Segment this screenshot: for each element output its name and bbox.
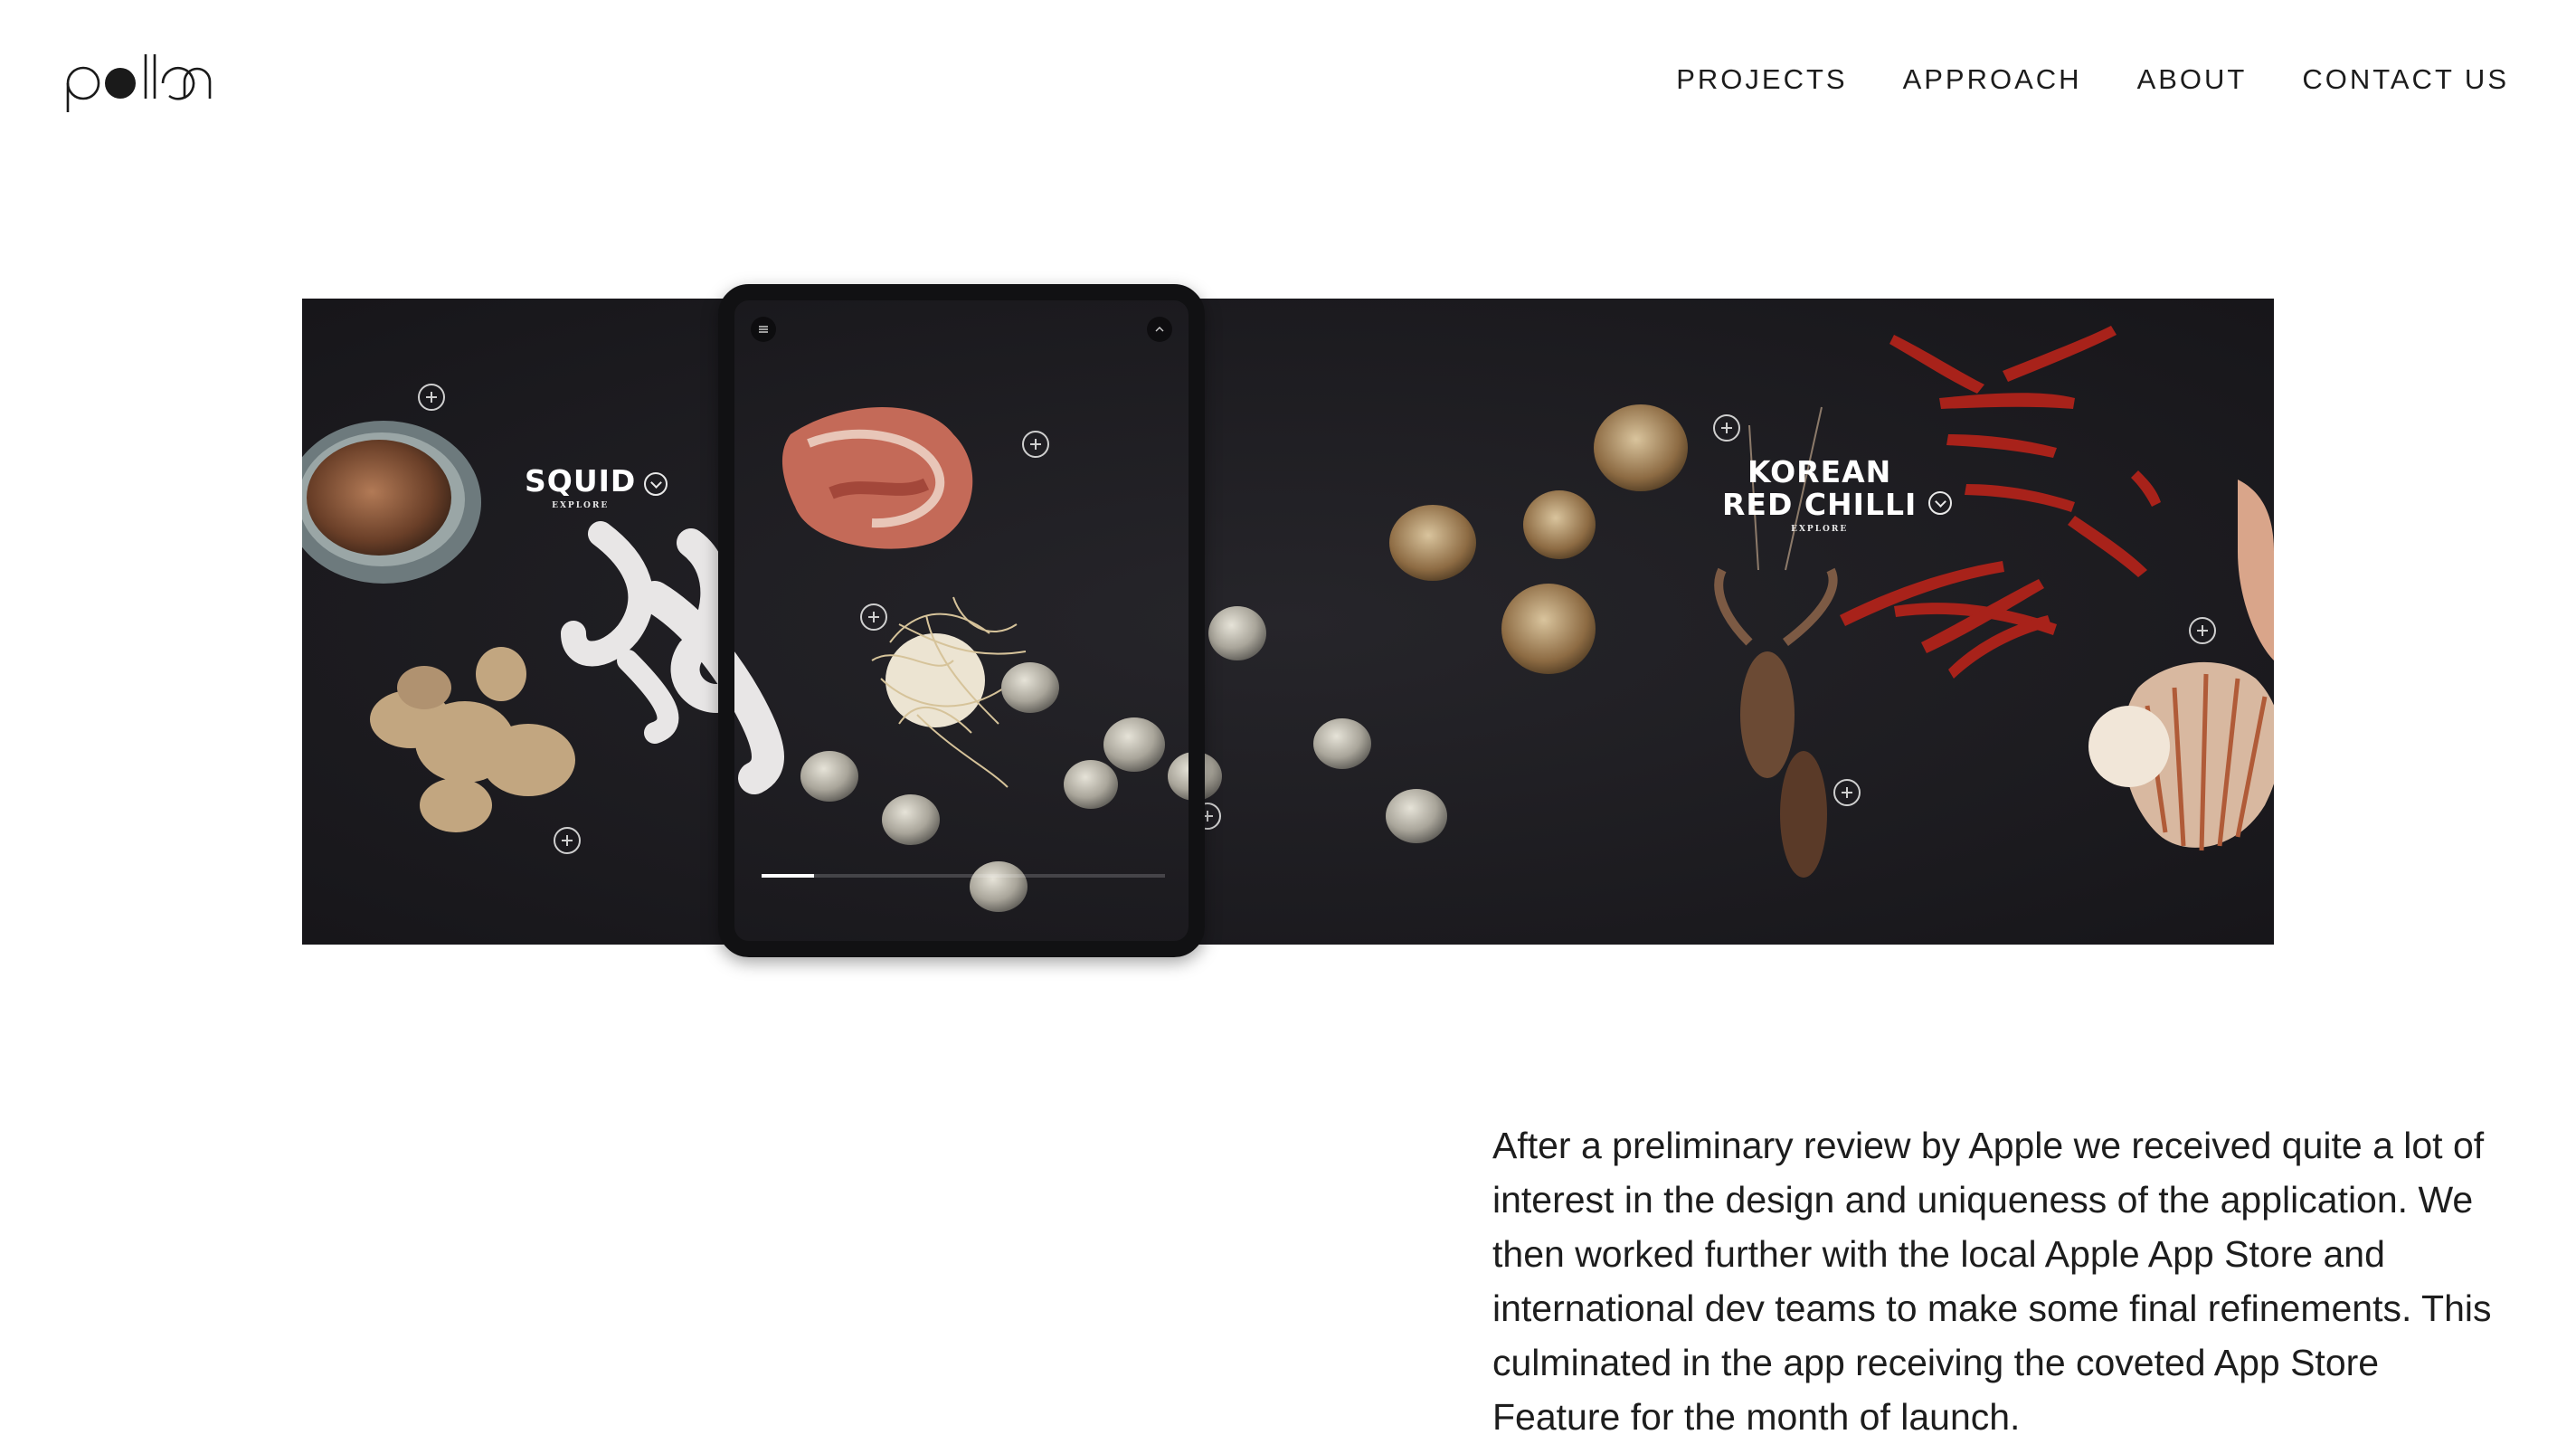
squid-chevron-down-icon[interactable] [644,472,668,496]
korean-red-chilli-title-line1: KOREAN [1747,454,1892,489]
app-showcase-image: SQUID EXPLORE KOREAN RED CHILLI EXPLORE [302,299,2274,945]
korean-red-chilli-title-line2: RED CHILLI [1722,487,1918,522]
site-header: pollen PROJECTS APPROACH ABOUT CONTACT U… [0,0,2576,172]
menu-icon[interactable] [751,317,776,342]
squid-label: SQUID EXPLORE [525,463,637,511]
hotspot-plus-icon[interactable] [1194,803,1221,830]
korean-red-chilli-explore-link[interactable]: EXPLORE [1722,525,1917,534]
nav-contact-us[interactable]: CONTACT US [2302,63,2509,96]
squid-explore-link[interactable]: EXPLORE [525,501,636,510]
nav-about[interactable]: ABOUT [2137,63,2248,96]
squid-title: SQUID [525,463,637,499]
chilli-chevron-down-icon[interactable] [1928,491,1952,515]
korean-red-chilli-label: KOREAN RED CHILLI EXPLORE [1722,454,1918,535]
nav-approach[interactable]: APPROACH [1903,63,2082,96]
hotspot-plus-icon[interactable] [2189,617,2216,644]
hotspot-plus-icon[interactable] [1713,414,1740,442]
hotspot-plus-icon[interactable] [418,384,445,411]
hotspot-plus-icon[interactable] [860,603,887,631]
pollen-logo[interactable]: pollen [63,45,226,118]
project-description: After a preliminary review by Apple we r… [1492,1125,2492,1438]
chevron-up-icon[interactable] [1147,317,1172,342]
hotspot-plus-icon[interactable] [1833,779,1861,806]
main-nav: PROJECTS APPROACH ABOUT CONTACT US [1676,63,2509,96]
hotspot-plus-icon[interactable] [1022,431,1049,458]
nav-projects[interactable]: PROJECTS [1676,63,1847,96]
hotspot-plus-icon[interactable] [554,827,581,854]
ingredients-photo [302,299,2274,945]
